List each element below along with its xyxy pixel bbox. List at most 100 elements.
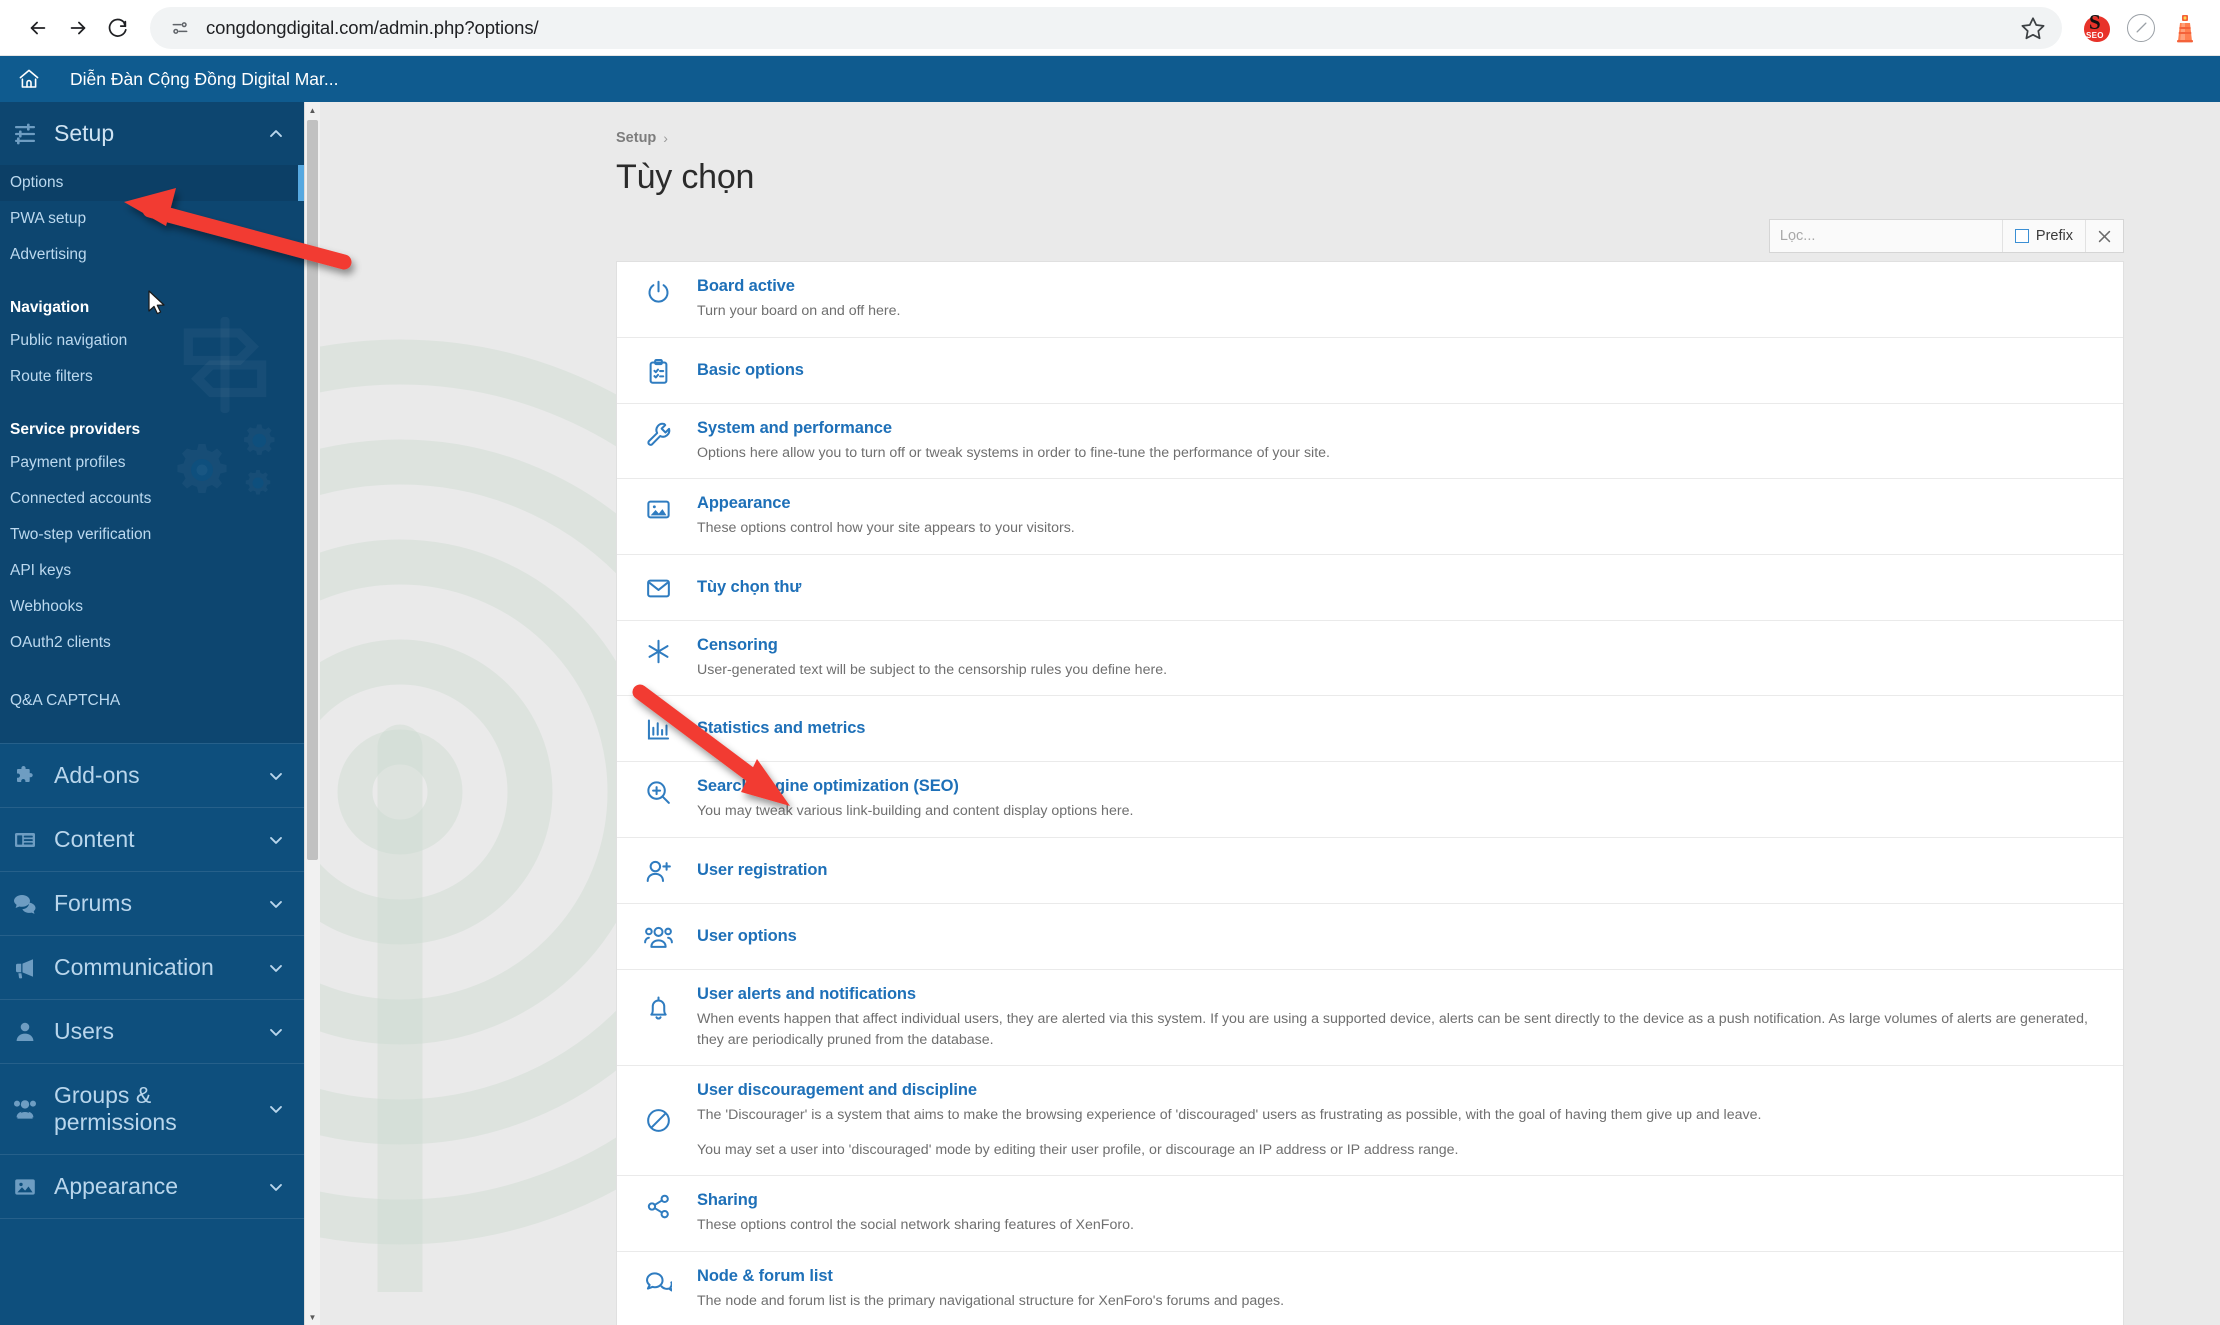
sidebar-group-header-users[interactable]: Users [0, 1000, 304, 1063]
option-row-appearance[interactable]: Appearance These options control how you… [617, 479, 2123, 555]
close-icon[interactable] [2085, 220, 2123, 252]
sidebar-group-label-users: Users [54, 1018, 115, 1044]
option-title: Board active [697, 277, 795, 295]
option-description: These options control how your site appe… [697, 520, 1075, 537]
sidebar-group-header-content[interactable]: Content [0, 808, 304, 871]
back-button[interactable] [18, 8, 58, 48]
option-row-user-options[interactable]: User options [617, 903, 2123, 970]
option-title: Search engine optimization (SEO) [697, 777, 959, 796]
sidebar-group-header-groups-permissions[interactable]: Groups & permissions [0, 1064, 304, 1154]
sidebar-scrollbar-thumb[interactable] [307, 120, 318, 860]
sidebar-group-setup: Setup Options PWA setup Advertising Navi… [0, 102, 304, 743]
sidebar-group-header-appearance[interactable]: Appearance [0, 1155, 304, 1218]
forward-button[interactable] [58, 8, 98, 48]
option-title: System and performance [697, 418, 892, 437]
option-description: These options control the social network… [697, 1217, 1134, 1234]
option-title: Statistics and metrics [697, 719, 866, 738]
option-row-system-and-performance[interactable]: System and performance Options here allo… [617, 403, 2123, 480]
address-bar[interactable]: congdongdigital.com/admin.php?options/ [150, 6, 2062, 49]
clipboard-check-icon [641, 356, 675, 385]
option-row-censoring[interactable]: Censoring User-generated text will be su… [617, 620, 2123, 697]
admin-top-bar: Diễn Đàn Cộng Đồng Digital Mar... [0, 56, 2220, 102]
sidebar-group-header-addons[interactable]: Add-ons [0, 744, 304, 807]
chart-bar-icon [641, 714, 675, 743]
sidebar-subheading-navigation: Navigation [10, 299, 90, 316]
sidebar-item-payment-profiles[interactable]: Payment profiles [0, 445, 304, 481]
seo-extension-icon[interactable]: S SEO [2080, 10, 2114, 45]
sidebar-item-route-filters[interactable]: Route filters [0, 359, 304, 395]
prefix-checkbox-wrapper[interactable]: Prefix [2001, 220, 2085, 252]
option-row-user-alerts-and-notifications[interactable]: User alerts and notifications When event… [617, 969, 2123, 1067]
option-row-basic-options[interactable]: Basic options [617, 337, 2123, 404]
option-row-statistics-and-metrics[interactable]: Statistics and metrics [617, 696, 2123, 763]
sidebar-item-options[interactable]: Options [0, 165, 304, 201]
edit-pencil-extension-icon[interactable] [2124, 11, 2158, 45]
scroll-up-arrow-icon[interactable]: ▲ [305, 102, 320, 118]
sidebar-group-content: Content [0, 808, 304, 871]
prefix-checkbox[interactable] [2014, 229, 2029, 243]
prefix-label: Prefix [2035, 228, 2073, 244]
sidebar-item-advertising[interactable]: Advertising [0, 237, 304, 273]
image-icon [641, 494, 675, 523]
reload-button[interactable] [98, 8, 138, 48]
option-description: You may tweak various link-building and … [697, 803, 1134, 820]
user-plus-icon [641, 856, 675, 885]
comments-icon [641, 1267, 675, 1296]
sliders-icon [10, 122, 40, 146]
option-description: When events happen that affect individua… [697, 1010, 2088, 1048]
sidebar-item-two-step-verification[interactable]: Two-step verification [0, 517, 304, 553]
option-row-node-and-forum-list[interactable]: Node & forum list The node and forum lis… [617, 1251, 2123, 1325]
sidebar-item-api-keys[interactable]: API keys [0, 553, 304, 589]
breadcrumb: Setup › [616, 130, 2124, 146]
option-description: Turn your board on and off here. [697, 303, 901, 319]
sidebar-group-users: Users [0, 1000, 304, 1063]
option-row-user-discouragement-and-discipline[interactable]: User discouragement and discipline The '… [617, 1066, 2123, 1177]
chevron-down-icon [266, 1177, 286, 1197]
site-info-icon[interactable] [168, 16, 192, 40]
sidebar-group-forums: Forums [0, 872, 304, 935]
option-row-mail-options[interactable]: Tùy chọn thư [617, 554, 2123, 621]
asterisk-icon [641, 636, 675, 665]
page-title: Tùy chọn [616, 158, 755, 196]
bookmark-star-icon[interactable] [2020, 15, 2046, 41]
option-title: Node & forum list [697, 1266, 833, 1285]
sidebar-group-header-communication[interactable]: Communication [0, 936, 304, 999]
lighthouse-extension-icon[interactable] [2168, 11, 2202, 45]
sidebar-item-pwa-setup[interactable]: PWA setup [0, 201, 304, 237]
page-content: Setup › Tùy chọn Prefix [320, 102, 2220, 1325]
sidebar-item-webhooks[interactable]: Webhooks [0, 589, 304, 625]
chevron-down-icon [266, 958, 286, 978]
option-row-user-registration[interactable]: User registration [617, 837, 2123, 904]
sidebar-group-label-communication: Communication [54, 954, 214, 980]
option-row-seo[interactable]: Search engine optimization (SEO) You may… [617, 762, 2123, 838]
chevron-down-icon [266, 894, 286, 914]
option-row-sharing[interactable]: Sharing These options control the social… [617, 1176, 2123, 1252]
app-shell: Setup Options PWA setup Advertising Navi… [0, 102, 2220, 1325]
sidebar-item-qa-captcha[interactable]: Q&A CAPTCHA [0, 683, 304, 719]
megaphone-icon [10, 956, 40, 980]
ban-icon [641, 1081, 675, 1134]
sidebar-divider [0, 1218, 304, 1219]
magnifier-plus-icon [641, 777, 675, 806]
sidebar-item-connected-accounts[interactable]: Connected accounts [0, 481, 304, 517]
sidebar-subheading-service-providers: Service providers [10, 421, 141, 438]
admin-site-title[interactable]: Diễn Đàn Cộng Đồng Digital Mar... [70, 69, 338, 90]
option-title: Appearance [697, 494, 791, 513]
option-row-board-active[interactable]: Board active Turn your board on and off … [617, 262, 2123, 338]
scroll-down-arrow-icon[interactable]: ▼ [305, 1309, 320, 1325]
home-icon[interactable] [4, 67, 54, 91]
article-icon [10, 828, 40, 852]
image-icon [10, 1175, 40, 1199]
admin-sidebar: Setup Options PWA setup Advertising Navi… [0, 102, 320, 1325]
filter-input[interactable] [1769, 220, 2002, 252]
main-content: IMTA.edu.vn Internet Marketing Target Au… [320, 102, 2220, 1325]
option-description: You may set a user into 'discouraged' mo… [697, 1141, 1459, 1158]
sidebar-group-header-setup[interactable]: Setup [0, 102, 304, 165]
sidebar-group-header-forums[interactable]: Forums [0, 872, 304, 935]
sidebar-item-oauth2-clients[interactable]: OAuth2 clients [0, 625, 304, 661]
users-icon [641, 922, 675, 951]
breadcrumb-item-setup[interactable]: Setup [616, 130, 656, 146]
sidebar-item-public-navigation[interactable]: Public navigation [0, 323, 304, 359]
sidebar-scrollbar[interactable]: ▲ ▼ [304, 102, 320, 1325]
sidebar-group-label-forums: Forums [54, 890, 132, 916]
